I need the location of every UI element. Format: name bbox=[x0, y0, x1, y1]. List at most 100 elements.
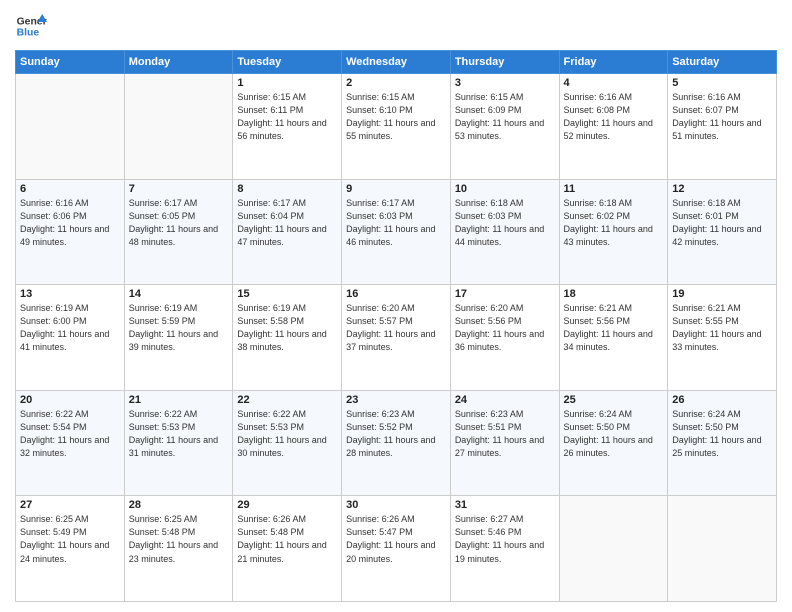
calendar-cell: 16 Sunrise: 6:20 AM Sunset: 5:57 PM Dayli… bbox=[342, 285, 451, 391]
week-row-4: 20 Sunrise: 6:22 AM Sunset: 5:54 PM Dayli… bbox=[16, 390, 777, 496]
day-info: Sunrise: 6:22 AM Sunset: 5:53 PM Dayligh… bbox=[237, 408, 337, 460]
calendar-cell: 26Sunrise: 6:24 AM Sunset: 5:50 PM Dayli… bbox=[668, 390, 777, 496]
day-number: 22 bbox=[237, 394, 337, 406]
week-row-5: 27 Sunrise: 6:25 AM Sunset: 5:49 PM Dayli… bbox=[16, 496, 777, 602]
day-info: Sunrise: 6:26 AM Sunset: 5:47 PM Dayligh… bbox=[346, 513, 446, 565]
day-info: Sunrise: 6:15 AM Sunset: 6:11 PM Dayligh… bbox=[237, 91, 337, 143]
calendar-cell bbox=[16, 74, 125, 180]
day-number: 18 bbox=[564, 288, 664, 300]
weekday-header-tuesday: Tuesday bbox=[233, 51, 342, 74]
day-number: 11 bbox=[564, 183, 664, 195]
day-number: 14 bbox=[129, 288, 229, 300]
calendar-cell: 22 Sunrise: 6:22 AM Sunset: 5:53 PM Dayli… bbox=[233, 390, 342, 496]
week-row-1: 1 Sunrise: 6:15 AM Sunset: 6:11 PM Daylig… bbox=[16, 74, 777, 180]
day-number: 16 bbox=[346, 288, 446, 300]
day-info: Sunrise: 6:17 AM Sunset: 6:05 PM Dayligh… bbox=[129, 197, 229, 249]
day-number: 27 bbox=[20, 499, 120, 511]
day-number: 10 bbox=[455, 183, 555, 195]
day-number: 12 bbox=[672, 183, 772, 195]
day-number: 8 bbox=[237, 183, 337, 195]
calendar-table: SundayMondayTuesdayWednesdayThursdayFrid… bbox=[15, 50, 777, 602]
calendar-cell: 27 Sunrise: 6:25 AM Sunset: 5:49 PM Dayli… bbox=[16, 496, 125, 602]
day-number: 25 bbox=[564, 394, 664, 406]
week-row-2: 6 Sunrise: 6:16 AM Sunset: 6:06 PM Daylig… bbox=[16, 179, 777, 285]
calendar-cell: 29Sunrise: 6:26 AM Sunset: 5:48 PM Dayli… bbox=[233, 496, 342, 602]
calendar-cell: 25 Sunrise: 6:24 AM Sunset: 5:50 PM Dayli… bbox=[559, 390, 668, 496]
calendar-cell: 20 Sunrise: 6:22 AM Sunset: 5:54 PM Dayli… bbox=[16, 390, 125, 496]
calendar-cell: 14 Sunrise: 6:19 AM Sunset: 5:59 PM Dayli… bbox=[124, 285, 233, 391]
header: General Blue bbox=[15, 10, 777, 42]
calendar-cell: 3 Sunrise: 6:15 AM Sunset: 6:09 PM Daylig… bbox=[450, 74, 559, 180]
day-info: Sunrise: 6:18 AM Sunset: 6:01 PM Dayligh… bbox=[672, 197, 772, 249]
day-info: Sunrise: 6:16 AM Sunset: 6:07 PM Dayligh… bbox=[672, 91, 772, 143]
day-info: Sunrise: 6:24 AM Sunset: 5:50 PM Dayligh… bbox=[672, 408, 772, 460]
calendar-cell: 12 Sunrise: 6:18 AM Sunset: 6:01 PM Dayli… bbox=[668, 179, 777, 285]
day-info: Sunrise: 6:19 AM Sunset: 5:58 PM Dayligh… bbox=[237, 302, 337, 354]
day-info: Sunrise: 6:21 AM Sunset: 5:56 PM Dayligh… bbox=[564, 302, 664, 354]
calendar-cell: 31 Sunrise: 6:27 AM Sunset: 5:46 PM Dayli… bbox=[450, 496, 559, 602]
day-info: Sunrise: 6:26 AM Sunset: 5:48 PM Dayligh… bbox=[237, 513, 337, 565]
calendar-cell: 10 Sunrise: 6:18 AM Sunset: 6:03 PM Dayli… bbox=[450, 179, 559, 285]
weekday-header-monday: Monday bbox=[124, 51, 233, 74]
calendar-cell: 5 Sunrise: 6:16 AM Sunset: 6:07 PM Daylig… bbox=[668, 74, 777, 180]
day-number: 19 bbox=[672, 288, 772, 300]
day-info: Sunrise: 6:19 AM Sunset: 5:59 PM Dayligh… bbox=[129, 302, 229, 354]
day-info: Sunrise: 6:27 AM Sunset: 5:46 PM Dayligh… bbox=[455, 513, 555, 565]
page: General Blue SundayMondayTuesdayWednesda… bbox=[0, 0, 792, 612]
weekday-header-friday: Friday bbox=[559, 51, 668, 74]
calendar-cell: 13Sunrise: 6:19 AM Sunset: 6:00 PM Dayli… bbox=[16, 285, 125, 391]
day-info: Sunrise: 6:15 AM Sunset: 6:10 PM Dayligh… bbox=[346, 91, 446, 143]
weekday-header-wednesday: Wednesday bbox=[342, 51, 451, 74]
day-number: 3 bbox=[455, 77, 555, 89]
day-number: 1 bbox=[237, 77, 337, 89]
day-info: Sunrise: 6:15 AM Sunset: 6:09 PM Dayligh… bbox=[455, 91, 555, 143]
day-info: Sunrise: 6:17 AM Sunset: 6:04 PM Dayligh… bbox=[237, 197, 337, 249]
day-number: 17 bbox=[455, 288, 555, 300]
day-info: Sunrise: 6:25 AM Sunset: 5:49 PM Dayligh… bbox=[20, 513, 120, 565]
day-number: 6 bbox=[20, 183, 120, 195]
day-number: 28 bbox=[129, 499, 229, 511]
weekday-header-thursday: Thursday bbox=[450, 51, 559, 74]
day-number: 31 bbox=[455, 499, 555, 511]
day-info: Sunrise: 6:19 AM Sunset: 6:00 PM Dayligh… bbox=[20, 302, 120, 354]
weekday-header-row: SundayMondayTuesdayWednesdayThursdayFrid… bbox=[16, 51, 777, 74]
weekday-header-saturday: Saturday bbox=[668, 51, 777, 74]
day-number: 23 bbox=[346, 394, 446, 406]
calendar-cell: 21Sunrise: 6:22 AM Sunset: 5:53 PM Dayli… bbox=[124, 390, 233, 496]
day-info: Sunrise: 6:22 AM Sunset: 5:54 PM Dayligh… bbox=[20, 408, 120, 460]
calendar-cell: 18 Sunrise: 6:21 AM Sunset: 5:56 PM Dayli… bbox=[559, 285, 668, 391]
day-number: 24 bbox=[455, 394, 555, 406]
week-row-3: 13Sunrise: 6:19 AM Sunset: 6:00 PM Dayli… bbox=[16, 285, 777, 391]
calendar-cell bbox=[124, 74, 233, 180]
day-info: Sunrise: 6:25 AM Sunset: 5:48 PM Dayligh… bbox=[129, 513, 229, 565]
calendar-cell: 2Sunrise: 6:15 AM Sunset: 6:10 PM Daylig… bbox=[342, 74, 451, 180]
day-number: 7 bbox=[129, 183, 229, 195]
calendar-cell: 24 Sunrise: 6:23 AM Sunset: 5:51 PM Dayli… bbox=[450, 390, 559, 496]
calendar-cell: 6 Sunrise: 6:16 AM Sunset: 6:06 PM Daylig… bbox=[16, 179, 125, 285]
day-info: Sunrise: 6:18 AM Sunset: 6:03 PM Dayligh… bbox=[455, 197, 555, 249]
calendar-cell: 23 Sunrise: 6:23 AM Sunset: 5:52 PM Dayli… bbox=[342, 390, 451, 496]
calendar-cell: 19 Sunrise: 6:21 AM Sunset: 5:55 PM Dayli… bbox=[668, 285, 777, 391]
calendar-cell: 30Sunrise: 6:26 AM Sunset: 5:47 PM Dayli… bbox=[342, 496, 451, 602]
day-info: Sunrise: 6:22 AM Sunset: 5:53 PM Dayligh… bbox=[129, 408, 229, 460]
weekday-header-sunday: Sunday bbox=[16, 51, 125, 74]
day-info: Sunrise: 6:16 AM Sunset: 6:06 PM Dayligh… bbox=[20, 197, 120, 249]
calendar-cell: 9Sunrise: 6:17 AM Sunset: 6:03 PM Daylig… bbox=[342, 179, 451, 285]
calendar-cell: 15 Sunrise: 6:19 AM Sunset: 5:58 PM Dayli… bbox=[233, 285, 342, 391]
calendar-cell: 11Sunrise: 6:18 AM Sunset: 6:02 PM Dayli… bbox=[559, 179, 668, 285]
day-number: 4 bbox=[564, 77, 664, 89]
day-info: Sunrise: 6:21 AM Sunset: 5:55 PM Dayligh… bbox=[672, 302, 772, 354]
day-number: 20 bbox=[20, 394, 120, 406]
logo-icon: General Blue bbox=[15, 10, 47, 42]
day-info: Sunrise: 6:23 AM Sunset: 5:51 PM Dayligh… bbox=[455, 408, 555, 460]
calendar-cell: 7 Sunrise: 6:17 AM Sunset: 6:05 PM Daylig… bbox=[124, 179, 233, 285]
day-info: Sunrise: 6:24 AM Sunset: 5:50 PM Dayligh… bbox=[564, 408, 664, 460]
day-info: Sunrise: 6:23 AM Sunset: 5:52 PM Dayligh… bbox=[346, 408, 446, 460]
day-number: 15 bbox=[237, 288, 337, 300]
day-info: Sunrise: 6:17 AM Sunset: 6:03 PM Dayligh… bbox=[346, 197, 446, 249]
day-info: Sunrise: 6:20 AM Sunset: 5:57 PM Dayligh… bbox=[346, 302, 446, 354]
calendar-cell bbox=[559, 496, 668, 602]
calendar-cell: 17Sunrise: 6:20 AM Sunset: 5:56 PM Dayli… bbox=[450, 285, 559, 391]
svg-text:Blue: Blue bbox=[17, 28, 40, 39]
day-number: 5 bbox=[672, 77, 772, 89]
